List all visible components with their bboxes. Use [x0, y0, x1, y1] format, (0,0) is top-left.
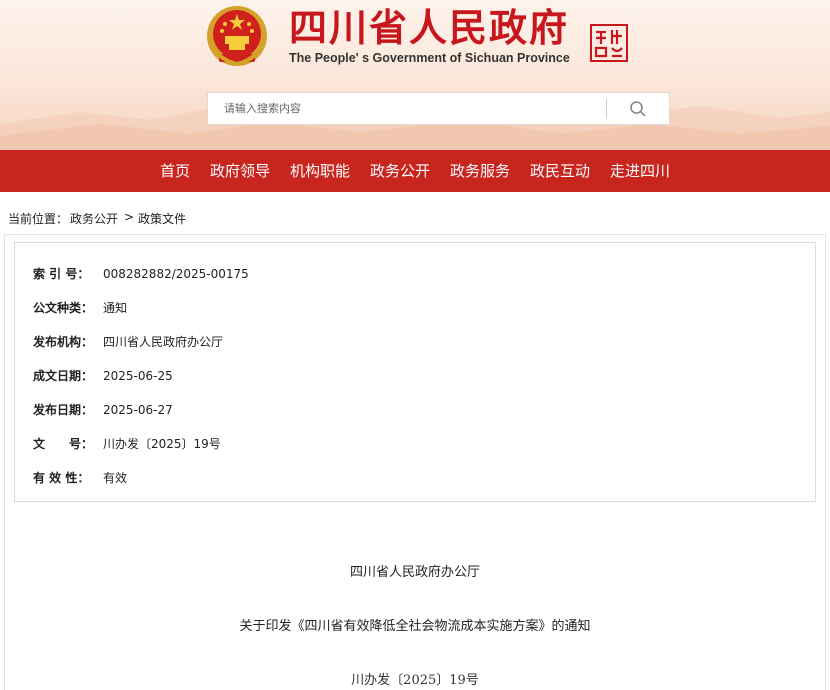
seal-stamp-icon — [590, 24, 628, 62]
nav-item-home[interactable]: 首页 — [150, 150, 200, 192]
meta-value: 川办发〔2025〕19号 — [103, 437, 221, 451]
meta-value: 通知 — [103, 301, 128, 315]
breadcrumb-item-policy[interactable]: 政策文件 — [138, 210, 186, 227]
document-title: 关于印发《四川省有效降低全社会物流成本实施方案》的通知 — [239, 619, 591, 634]
meta-row-written-date: 成文日期： 2025-06-25 — [33, 367, 173, 384]
breadcrumb: 当前位置： 政务公开 > 政策文件 — [8, 210, 188, 227]
meta-value: 2025-06-27 — [103, 402, 173, 417]
meta-row-validity: 有 效 性： 有效 — [33, 469, 127, 486]
meta-label: 成文日期： — [33, 369, 94, 383]
search-button[interactable] — [607, 93, 669, 124]
meta-value: 四川省人民政府办公厅 — [103, 335, 224, 349]
document-number: 川办发〔2025〕19号 — [351, 673, 479, 688]
nav-item-services[interactable]: 政务服务 — [440, 150, 520, 192]
meta-value: 有效 — [103, 471, 128, 485]
site-header: 四川省人民政府 The People' s Government of Sich… — [0, 0, 830, 150]
meta-label: 发布机构： — [33, 335, 94, 349]
nav-item-leaders[interactable]: 政府领导 — [200, 150, 280, 192]
breadcrumb-separator: > — [124, 210, 135, 224]
meta-row-publish-date: 发布日期： 2025-06-27 — [33, 401, 173, 418]
search-icon — [630, 100, 646, 117]
document-issuer: 四川省人民政府办公厅 — [349, 565, 480, 580]
search-input[interactable] — [208, 93, 606, 124]
document-meta-box: 索 引 号： 008282882/2025-00175 公文种类： 通知 发布机… — [14, 242, 816, 502]
meta-row-type: 公文种类： 通知 — [33, 299, 127, 316]
meta-row-index: 索 引 号： 008282882/2025-00175 — [33, 265, 249, 282]
meta-label: 文 号： — [33, 437, 94, 451]
meta-label: 发布日期： — [33, 403, 94, 417]
main-nav: 首页 政府领导 机构职能 政务公开 政务服务 政民互动 走进四川 — [0, 150, 830, 192]
national-emblem-icon — [207, 6, 267, 67]
nav-item-functions[interactable]: 机构职能 — [280, 150, 360, 192]
site-title: 四川省人民政府 — [289, 6, 570, 50]
nav-item-about-sichuan[interactable]: 走进四川 — [600, 150, 680, 192]
site-subtitle: The People' s Government of Sichuan Prov… — [289, 51, 570, 65]
meta-row-doc-number: 文 号： 川办发〔2025〕19号 — [33, 435, 221, 452]
meta-label: 有 效 性： — [33, 471, 90, 485]
nav-item-interaction[interactable]: 政民互动 — [520, 150, 600, 192]
meta-value: 2025-06-25 — [103, 368, 173, 383]
meta-label: 索 引 号： — [33, 267, 90, 281]
meta-row-publisher: 发布机构： 四川省人民政府办公厅 — [33, 333, 223, 350]
breadcrumb-label: 当前位置： — [8, 212, 69, 226]
meta-value: 008282882/2025-00175 — [103, 266, 249, 281]
meta-label: 公文种类： — [33, 301, 94, 315]
nav-item-disclosure[interactable]: 政务公开 — [360, 150, 440, 192]
search-box — [207, 92, 670, 125]
breadcrumb-item-disclosure[interactable]: 政务公开 — [70, 210, 118, 227]
